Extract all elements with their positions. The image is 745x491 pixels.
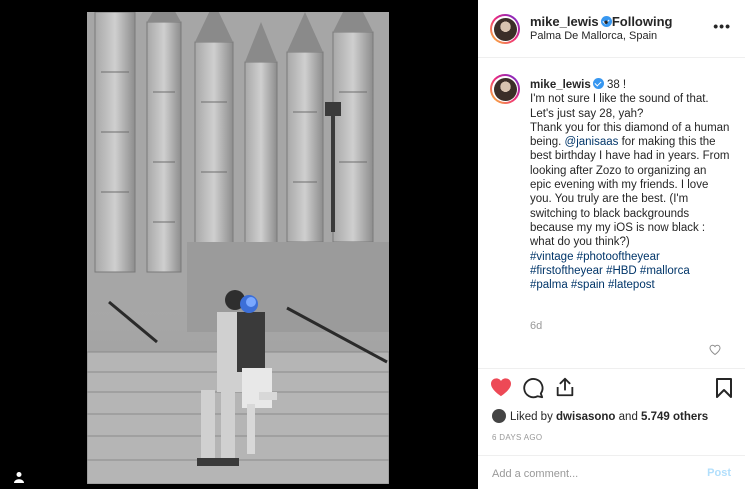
caption-line-3-post: for making this the best birthday I have… xyxy=(530,136,730,249)
caption-username[interactable]: mike_lewis xyxy=(530,79,591,91)
liker-avatar[interactable] xyxy=(492,409,506,423)
likes-count[interactable]: 5.749 others xyxy=(641,411,708,423)
action-bar: Liked by dwisasono and 5.749 others 6 DA… xyxy=(478,368,745,490)
avatar[interactable] xyxy=(490,14,520,44)
caption-age: 6d xyxy=(530,320,543,332)
post-photo[interactable] xyxy=(87,12,389,484)
caption-line-1: 38 ! xyxy=(606,79,627,91)
caption-avatar[interactable] xyxy=(490,74,520,104)
liker-username[interactable]: dwisasono xyxy=(556,411,615,423)
likes-prefix: Liked by xyxy=(510,411,557,423)
comment-input[interactable] xyxy=(490,462,694,486)
user-icon[interactable] xyxy=(13,470,25,483)
comment-icon[interactable] xyxy=(522,377,544,404)
likes-summary: Liked by dwisasono and 5.749 others xyxy=(492,409,708,423)
bookmark-icon[interactable] xyxy=(715,377,733,404)
share-icon[interactable] xyxy=(554,376,576,403)
caption-line-2: I'm not sure I like the sound of that. L… xyxy=(530,93,709,120)
small-heart-icon[interactable] xyxy=(709,343,721,356)
post-comment-button[interactable]: Post xyxy=(707,467,731,479)
mention-link[interactable]: @janisaas xyxy=(565,136,619,148)
comments-area: mike_lewis 38 ! I'm not sure I like the … xyxy=(478,58,745,368)
more-icon[interactable]: ••• xyxy=(713,18,731,34)
header-username[interactable]: mike_lewis xyxy=(530,14,612,29)
post-details: mike_lewis • Following Palma De Mallorca… xyxy=(478,0,745,489)
post-timestamp[interactable]: 6 DAYS AGO xyxy=(492,433,542,442)
heart-icon[interactable] xyxy=(490,377,512,402)
hashtags[interactable]: #vintage #photooftheyear #firstoftheyear… xyxy=(530,250,730,293)
follow-label: Following xyxy=(611,14,673,29)
photo-panel xyxy=(0,0,478,489)
comment-box: Post xyxy=(478,455,745,491)
follow-button[interactable]: • Following xyxy=(604,14,672,29)
follow-separator: • xyxy=(604,15,609,29)
post-header: mike_lewis • Following Palma De Mallorca… xyxy=(478,0,745,58)
caption-verified-icon xyxy=(592,78,604,89)
likes-middle: and xyxy=(615,411,642,423)
location-link[interactable]: Palma De Mallorca, Spain xyxy=(530,30,657,42)
caption-text: mike_lewis 38 ! I'm not sure I like the … xyxy=(530,78,730,292)
